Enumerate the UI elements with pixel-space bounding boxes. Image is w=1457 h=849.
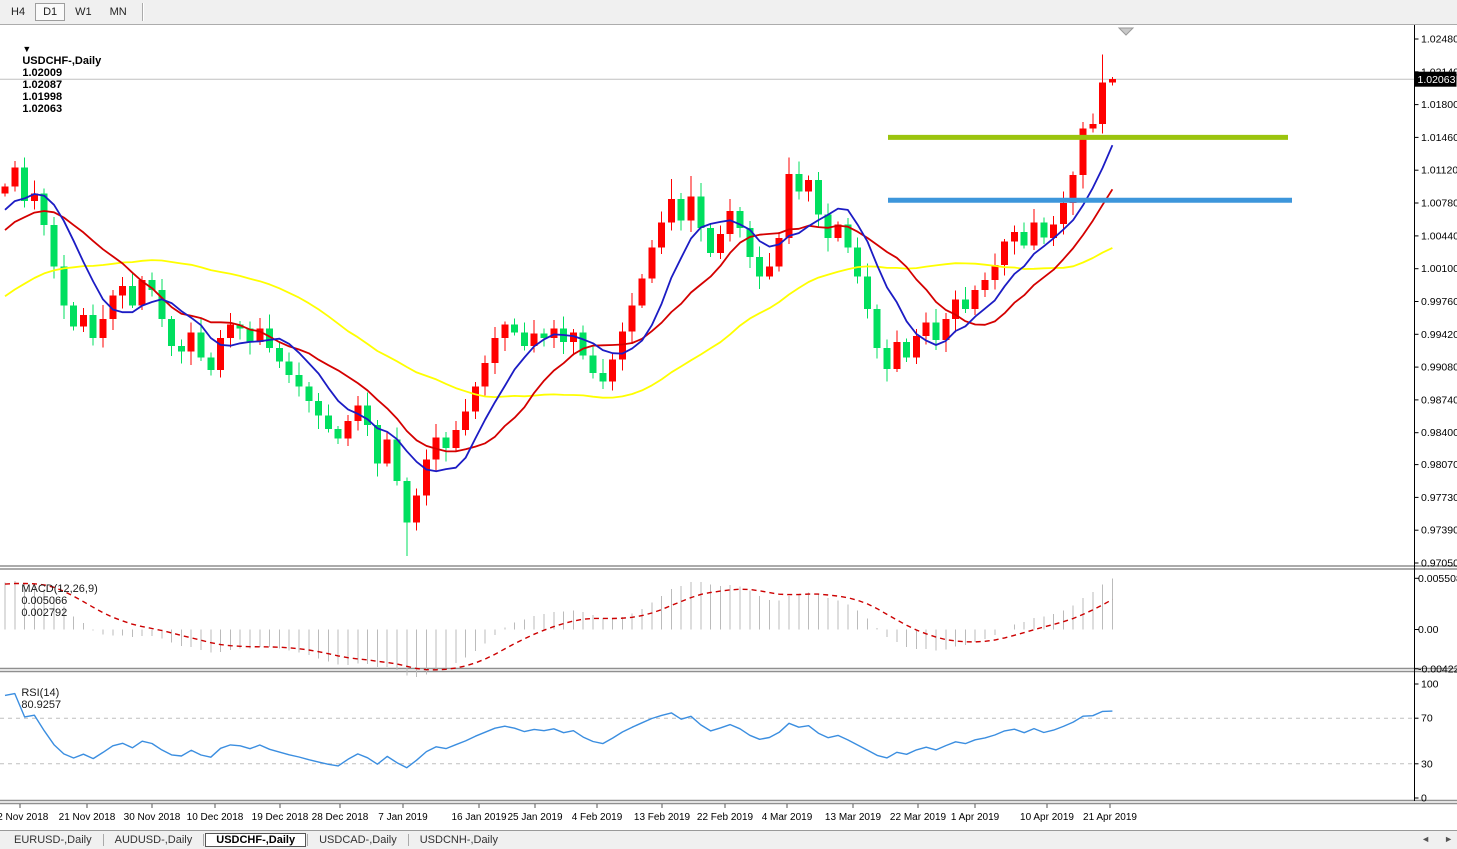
pane-separator[interactable] <box>0 566 1457 569</box>
svg-text:0.97730: 0.97730 <box>1421 492 1457 504</box>
price-scale[interactable]: 1.024801.021401.018001.014601.011201.007… <box>1415 25 1457 805</box>
svg-text:0.97390: 0.97390 <box>1421 525 1457 537</box>
svg-text:1.02480: 1.02480 <box>1421 34 1457 46</box>
svg-text:10 Dec 2018: 10 Dec 2018 <box>187 812 244 823</box>
rsi-name: RSI(14) <box>21 687 59 699</box>
chart-title: ▼ USDCHF-,Daily 1.02009 1.02087 1.01998 … <box>4 31 104 127</box>
macd-indicator-label: MACD(12,26,9) 0.005066 0.002792 <box>3 571 102 631</box>
tab-separator <box>103 834 104 846</box>
ohlc-open-value: 1.02009 <box>22 67 62 79</box>
macd-histogram <box>5 578 1112 677</box>
svg-text:25 Jan 2019: 25 Jan 2019 <box>507 812 562 823</box>
toolbar-separator <box>142 3 144 21</box>
svg-text:1.00440: 1.00440 <box>1421 230 1457 242</box>
ohlc-close-value: 1.02063 <box>22 103 62 115</box>
svg-text:1.01460: 1.01460 <box>1421 132 1457 144</box>
macd-signal-line <box>5 584 1112 670</box>
timeframe-button-h4[interactable]: H4 <box>3 3 33 21</box>
chart-tab-audusd[interactable]: AUDUSD-,Daily <box>105 833 203 847</box>
rsi-value: 80.9257 <box>21 699 61 711</box>
pane-separator[interactable] <box>0 669 1457 672</box>
current-price-tag: 1.02063 <box>1415 72 1457 87</box>
timeframe-button-d1[interactable]: D1 <box>35 3 65 21</box>
svg-text:22 Mar 2019: 22 Mar 2019 <box>890 812 947 823</box>
fast-ma-line <box>5 145 1112 471</box>
svg-text:16 Jan 2019: 16 Jan 2019 <box>451 812 506 823</box>
svg-text:30: 30 <box>1421 758 1433 770</box>
timeframe-toolbar: H4D1W1MN <box>0 0 1457 25</box>
chart-canvas[interactable]: 1.024801.021401.018001.014601.011201.007… <box>0 0 1457 831</box>
svg-text:1.00780: 1.00780 <box>1421 198 1457 210</box>
pane-separator[interactable] <box>0 801 1457 804</box>
chart-tab-eurusd[interactable]: EURUSD-,Daily <box>4 833 102 847</box>
svg-text:12 Nov 2018: 12 Nov 2018 <box>0 812 49 823</box>
svg-text:13 Mar 2019: 13 Mar 2019 <box>825 812 882 823</box>
tab-separator <box>408 834 409 846</box>
rsi-line <box>5 694 1112 768</box>
chart-tab-usdcad[interactable]: USDCAD-,Daily <box>309 833 407 847</box>
svg-text:4 Feb 2019: 4 Feb 2019 <box>572 812 623 823</box>
tab-scroll-left-button[interactable]: ◄ <box>1421 834 1430 844</box>
timeframe-button-mn[interactable]: MN <box>102 3 135 21</box>
ohlc-high-value: 1.02087 <box>22 79 62 91</box>
chart-surface[interactable]: 1.024801.021401.018001.014601.011201.007… <box>0 0 1457 831</box>
svg-text:30 Nov 2018: 30 Nov 2018 <box>124 812 181 823</box>
svg-text:0.99080: 0.99080 <box>1421 362 1457 374</box>
macd-signal-value: 0.002792 <box>21 607 67 619</box>
svg-text:4 Mar 2019: 4 Mar 2019 <box>762 812 813 823</box>
svg-text:0.98070: 0.98070 <box>1421 459 1457 471</box>
macd-name: MACD(12,26,9) <box>21 583 97 595</box>
svg-text:28 Dec 2018: 28 Dec 2018 <box>312 812 369 823</box>
chart-tab-usdcnh[interactable]: USDCNH-,Daily <box>410 833 508 847</box>
svg-text:1.02063: 1.02063 <box>1418 74 1456 86</box>
svg-text:70: 70 <box>1421 713 1433 725</box>
svg-text:0.00: 0.00 <box>1418 624 1439 636</box>
chart-tab-usdchf[interactable]: USDCHF-,Daily <box>205 833 306 847</box>
timeframe-button-w1[interactable]: W1 <box>67 3 100 21</box>
svg-text:100: 100 <box>1421 679 1439 691</box>
svg-text:1.00100: 1.00100 <box>1421 263 1457 275</box>
svg-text:7 Jan 2019: 7 Jan 2019 <box>378 812 428 823</box>
svg-text:13 Feb 2019: 13 Feb 2019 <box>634 812 691 823</box>
svg-text:0.005508: 0.005508 <box>1418 573 1457 585</box>
tab-scroll-buttons: ◄► <box>1421 834 1453 844</box>
trading-terminal-window: 1.024801.021401.018001.014601.011201.007… <box>0 0 1457 849</box>
svg-text:22 Feb 2019: 22 Feb 2019 <box>697 812 754 823</box>
svg-text:1.01800: 1.01800 <box>1421 99 1457 111</box>
svg-text:0.98740: 0.98740 <box>1421 394 1457 406</box>
chart-symbol-label: USDCHF-,Daily <box>22 55 101 67</box>
chart-tab-bar: EURUSD-,DailyAUDUSD-,DailyUSDCHF-,DailyU… <box>0 830 1457 849</box>
collapse-indicator-icon[interactable]: ▼ <box>22 44 31 54</box>
ohlc-low-value: 1.01998 <box>22 91 62 103</box>
svg-text:19 Dec 2018: 19 Dec 2018 <box>252 812 309 823</box>
date-scale[interactable]: 12 Nov 2018 21 Nov 2018 30 Nov 2018 10 Dec … <box>0 804 1137 823</box>
macd-main-value: 0.005066 <box>21 595 67 607</box>
rsi-indicator-label: RSI(14) 80.9257 <box>3 675 65 723</box>
chart-shift-marker[interactable] <box>1119 28 1133 35</box>
svg-text:21 Apr 2019: 21 Apr 2019 <box>1083 812 1137 823</box>
svg-text:-0.004221: -0.004221 <box>1418 663 1457 675</box>
svg-text:21 Nov 2018: 21 Nov 2018 <box>59 812 116 823</box>
svg-text:1 Apr 2019: 1 Apr 2019 <box>951 812 1000 823</box>
svg-text:0: 0 <box>1421 793 1427 805</box>
svg-text:1.01120: 1.01120 <box>1421 165 1457 177</box>
tab-scroll-right-button[interactable]: ► <box>1444 834 1453 844</box>
svg-text:0.97050: 0.97050 <box>1421 558 1457 570</box>
svg-text:0.98400: 0.98400 <box>1421 427 1457 439</box>
svg-text:10 Apr 2019: 10 Apr 2019 <box>1020 812 1074 823</box>
tab-separator <box>307 834 308 846</box>
svg-text:0.99760: 0.99760 <box>1421 296 1457 308</box>
svg-text:0.99420: 0.99420 <box>1421 329 1457 341</box>
tab-separator <box>203 834 204 846</box>
